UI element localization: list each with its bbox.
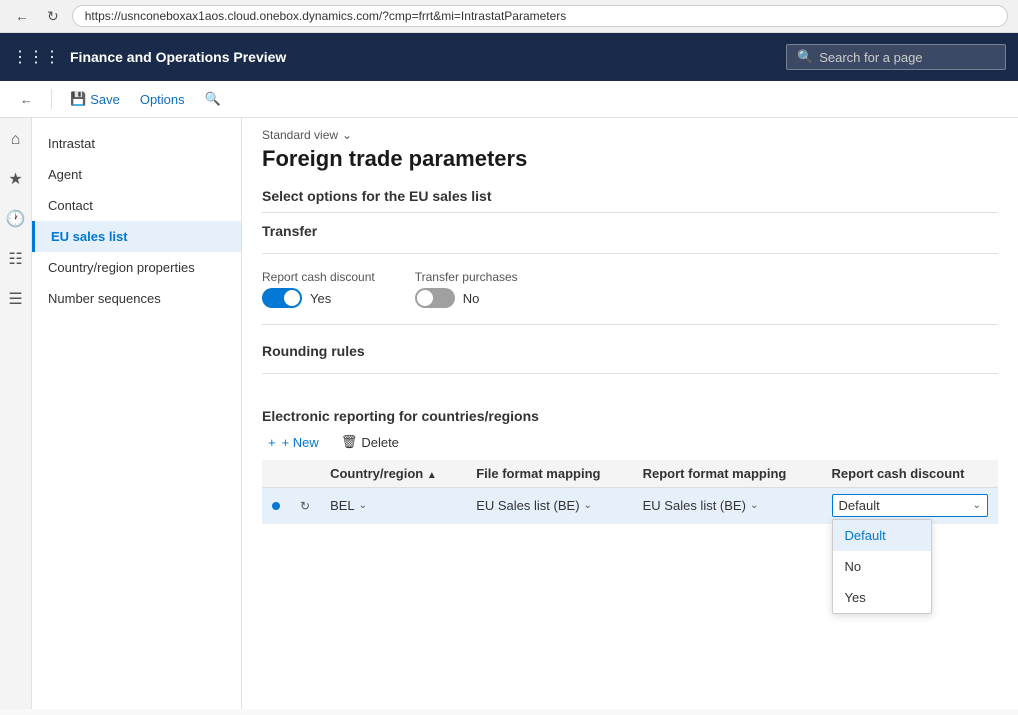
refresh-button[interactable]: ↻ <box>42 6 64 27</box>
content-wrapper: Intrastat Agent Contact EU sales list Co… <box>32 118 1018 709</box>
rounding-rules-title: Rounding rules <box>262 333 998 365</box>
file-format-chevron-icon[interactable]: ⌄ <box>584 500 592 511</box>
row-file-format: EU Sales list (BE) ⌄ <box>466 488 632 524</box>
nav-item-eu-sales-list[interactable]: EU sales list <box>32 221 241 252</box>
sort-icon[interactable]: ▲ <box>427 470 437 481</box>
delete-button[interactable]: 🗑 Delete <box>335 430 405 454</box>
chevron-down-icon: ⌄ <box>342 128 352 142</box>
report-cash-discount-toggle-row: Yes <box>262 288 375 308</box>
transfer-purchases-group: Transfer purchases No <box>415 270 518 308</box>
nav-item-intrastat[interactable]: Intrastat <box>32 128 241 159</box>
transfer-purchases-toggle-row: No <box>415 288 518 308</box>
nav-item-contact[interactable]: Contact <box>32 190 241 221</box>
back-nav-button[interactable]: ← <box>14 88 39 111</box>
dropdown-arrow-icon: ⌄ <box>973 500 981 511</box>
report-cash-discount-toggle[interactable] <box>262 288 302 308</box>
row-refresh-cell[interactable]: ↻ <box>290 488 320 524</box>
col-report-format: Report format mapping <box>633 460 822 488</box>
save-icon: 💾 <box>70 91 86 107</box>
new-button[interactable]: + + New <box>262 431 325 454</box>
row-selected-marker <box>272 502 280 510</box>
section-header: Select options for the EU sales list Tra… <box>242 178 1018 398</box>
transfer-purchases-label: Transfer purchases <box>415 270 518 284</box>
save-button[interactable]: 💾 Save <box>64 87 126 111</box>
standard-view-selector[interactable]: Standard view ⌄ <box>262 128 998 142</box>
cash-discount-value: Default <box>839 498 880 513</box>
list-icon[interactable]: ☰ <box>3 284 27 314</box>
left-nav: Intrastat Agent Contact EU sales list Co… <box>32 118 242 709</box>
row-cash-discount-cell: Default ⌄ Default No Yes <box>822 488 998 524</box>
report-cash-discount-label: Report cash discount <box>262 270 375 284</box>
grid-nav-icon[interactable]: ☷ <box>3 244 27 274</box>
page-area: Standard view ⌄ Foreign trade parameters… <box>242 118 1018 709</box>
app-title: Finance and Operations Preview <box>70 49 776 65</box>
top-bar: ⋮⋮⋮ Finance and Operations Preview 🔍 Sea… <box>0 33 1018 81</box>
col-refresh <box>290 460 320 488</box>
side-panel: ⌂ ★ 🕐 ☷ ☰ <box>0 118 32 709</box>
page-title: Foreign trade parameters <box>262 146 998 172</box>
grid-icon[interactable]: ⋮⋮⋮ <box>12 47 60 67</box>
delete-icon: 🗑 <box>341 434 358 450</box>
back-button[interactable]: ← <box>10 6 34 26</box>
toolbar: ← 💾 Save Options 🔍 <box>0 81 1018 118</box>
electronic-reporting-table: Country/region ▲ File format mapping Rep… <box>262 460 998 524</box>
cash-discount-dropdown-wrapper: Default ⌄ Default No Yes <box>832 494 988 517</box>
col-country: Country/region ▲ <box>320 460 466 488</box>
electronic-reporting-section: Electronic reporting for countries/regio… <box>242 398 1018 544</box>
cash-discount-dropdown[interactable]: Default ⌄ <box>832 494 988 517</box>
options-button[interactable]: Options <box>134 88 191 111</box>
divider-3 <box>262 373 998 374</box>
dropdown-option-no[interactable]: No <box>833 551 931 582</box>
divider-1 <box>262 253 998 254</box>
page-header: Standard view ⌄ Foreign trade parameters <box>242 118 1018 178</box>
refresh-row-icon: ↻ <box>300 499 310 513</box>
search-toolbar-button[interactable]: 🔍 <box>199 87 227 111</box>
divider-2 <box>262 324 998 325</box>
dropdown-option-default[interactable]: Default <box>833 520 931 551</box>
section-title: Select options for the EU sales list <box>262 188 998 213</box>
row-report-format: EU Sales list (BE) ⌄ <box>633 488 822 524</box>
nav-item-agent[interactable]: Agent <box>32 159 241 190</box>
url-bar[interactable]: https://usnconeboxax1aos.cloud.onebox.dy… <box>72 5 1008 27</box>
browser-bar: ← ↻ https://usnconeboxax1aos.cloud.onebo… <box>0 0 1018 33</box>
country-chevron-icon[interactable]: ⌄ <box>359 500 367 511</box>
row-radio-cell[interactable] <box>262 488 290 524</box>
star-icon[interactable]: ★ <box>3 164 27 194</box>
toolbar-separator <box>51 89 52 109</box>
search-bar[interactable]: 🔍 Search for a page <box>786 44 1006 70</box>
search-toolbar-icon: 🔍 <box>205 91 221 107</box>
plus-icon: + <box>268 435 276 450</box>
search-icon: 🔍 <box>797 49 813 65</box>
report-cash-discount-value: Yes <box>310 291 331 306</box>
nav-item-country-region[interactable]: Country/region properties <box>32 252 241 283</box>
history-icon[interactable]: 🕐 <box>1 204 31 234</box>
search-placeholder: Search for a page <box>819 50 922 65</box>
transfer-title: Transfer <box>262 213 998 245</box>
table-toolbar: + + New 🗑 Delete <box>262 430 998 454</box>
electronic-reporting-title: Electronic reporting for countries/regio… <box>262 398 998 430</box>
report-format-chevron-icon[interactable]: ⌄ <box>750 500 758 511</box>
home-icon[interactable]: ⌂ <box>6 126 26 154</box>
transfer-fields: Report cash discount Yes Transfer purcha… <box>262 262 998 316</box>
transfer-purchases-toggle[interactable] <box>415 288 455 308</box>
transfer-purchases-value: No <box>463 291 480 306</box>
row-country: BEL ⌄ <box>320 488 466 524</box>
col-file-format: File format mapping <box>466 460 632 488</box>
main-layout: ⌂ ★ 🕐 ☷ ☰ Intrastat Agent Contact EU sal… <box>0 118 1018 709</box>
nav-item-number-sequences[interactable]: Number sequences <box>32 283 241 314</box>
dropdown-option-yes[interactable]: Yes <box>833 582 931 613</box>
cash-discount-popup: Default No Yes <box>832 519 932 614</box>
col-radio <box>262 460 290 488</box>
report-cash-discount-group: Report cash discount Yes <box>262 270 375 308</box>
table-row: ↻ BEL ⌄ EU Sales list (BE) <box>262 488 998 524</box>
col-cash-discount: Report cash discount <box>822 460 998 488</box>
